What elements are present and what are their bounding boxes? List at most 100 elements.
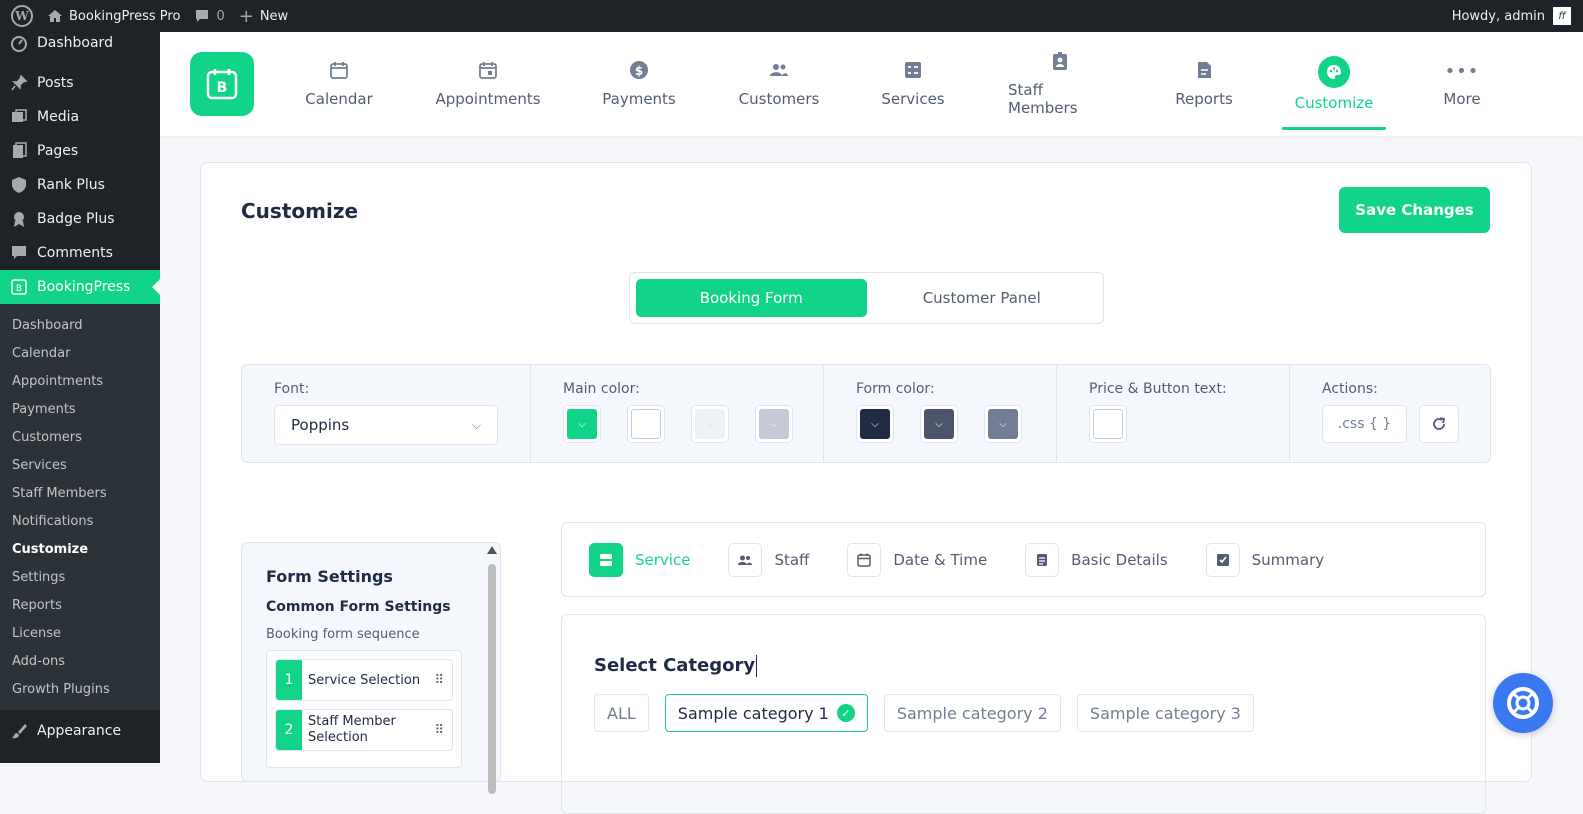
form-settings-panel: Form Settings Common Form Settings Booki… — [241, 542, 501, 782]
step-staff[interactable]: Staff — [728, 542, 810, 577]
sidebar-item-badge-plus[interactable]: Badge Plus — [0, 202, 160, 236]
sidebar-item-bookingpress[interactable]: B BookingPress — [0, 270, 160, 304]
main-color-label: Main color: — [563, 381, 640, 397]
comments-link[interactable]: 0 — [187, 0, 231, 32]
sidebar-item-pages[interactable]: Pages — [0, 134, 160, 168]
submenu-payments[interactable]: Payments — [0, 395, 160, 423]
select-category-title[interactable]: Select Category — [594, 655, 758, 677]
nav-label: Staff Members — [1008, 81, 1078, 117]
chevron-down-icon: ⌵ — [924, 409, 954, 439]
panel-scrollbar[interactable] — [486, 546, 498, 794]
reset-button[interactable] — [1419, 405, 1459, 443]
submenu-dashboard[interactable]: Dashboard — [0, 311, 160, 339]
step-date-time[interactable]: Date & Time — [847, 542, 987, 577]
sidebar-item-comments[interactable]: Comments — [0, 236, 160, 270]
sequence-list: 1 Service Selection ⠿ 2 Staff Member Sel… — [266, 650, 462, 768]
submenu-growth-plugins[interactable]: Growth Plugins — [0, 675, 160, 703]
nav-payments[interactable]: $ Payments — [602, 32, 676, 136]
price-text-section: Price & Button text: — [1057, 365, 1290, 462]
nav-calendar[interactable]: Calendar — [305, 32, 373, 136]
nav-services[interactable]: Services — [881, 32, 945, 136]
main-color-swatch-4[interactable]: ⌵ — [755, 405, 793, 443]
font-section: Font: Poppins ⌵ — [242, 365, 531, 462]
chevron-down-icon: ⌵ — [860, 409, 890, 439]
step-summary[interactable]: Summary — [1205, 542, 1324, 577]
sequence-label-text: Service Selection — [308, 672, 421, 688]
step-basic-details[interactable]: Basic Details — [1025, 542, 1168, 577]
sidebar-item-rank-plus[interactable]: Rank Plus — [0, 168, 160, 202]
scroll-up-arrow-icon[interactable] — [487, 546, 497, 554]
pages-icon — [10, 142, 28, 160]
sequence-item[interactable]: 2 Staff Member Selection ⠿ — [275, 709, 453, 751]
tab-booking-form[interactable]: Booking Form — [636, 279, 867, 317]
chevron-down-icon: ⌵ — [567, 409, 597, 439]
help-button[interactable] — [1493, 673, 1553, 733]
svg-text:$: $ — [635, 64, 643, 78]
main-color-swatch-1[interactable]: ⌵ — [563, 405, 601, 443]
submenu-customize[interactable]: Customize — [0, 535, 160, 563]
sequence-label: Booking form sequence — [266, 627, 420, 642]
submenu-settings[interactable]: Settings — [0, 563, 160, 591]
nav-appointments[interactable]: Appointments — [435, 32, 541, 136]
font-select[interactable]: Poppins ⌵ — [274, 405, 498, 445]
form-color-swatch-2[interactable]: ⌵ — [920, 405, 958, 443]
submenu-customers[interactable]: Customers — [0, 423, 160, 451]
category-chip-all[interactable]: ALL — [594, 694, 649, 732]
category-chip-2[interactable]: Sample category 2 — [883, 694, 1061, 732]
nav-staff-members[interactable]: Staff Members — [1008, 32, 1112, 136]
scrollbar-thumb[interactable] — [488, 564, 496, 794]
select-category-text: Select Category — [594, 655, 756, 676]
drag-handle-icon[interactable]: ⠿ — [434, 723, 444, 738]
drag-handle-icon[interactable]: ⠿ — [434, 673, 444, 688]
chevron-down-icon: ⌵ — [471, 417, 481, 432]
site-name-link[interactable]: BookingPress Pro — [40, 0, 187, 32]
sidebar-item-dashboard[interactable]: Dashboard — [0, 32, 160, 54]
form-color-label: Form color: — [856, 381, 935, 397]
save-changes-button[interactable]: Save Changes — [1339, 187, 1490, 233]
badge-icon — [10, 210, 28, 228]
nav-reports[interactable]: Reports — [1175, 32, 1233, 136]
step-service[interactable]: Service — [589, 542, 690, 577]
bookingpress-logo[interactable]: B — [190, 52, 254, 116]
main-color-swatch-2[interactable] — [627, 405, 665, 443]
brush-icon — [10, 722, 28, 740]
wordpress-logo-link[interactable]: W — [0, 0, 40, 32]
chevron-down-icon: ⌵ — [759, 409, 789, 439]
main-color-swatch-3[interactable]: ⌵ — [691, 405, 729, 443]
step-label: Basic Details — [1071, 550, 1168, 569]
category-chip-3[interactable]: Sample category 3 — [1076, 694, 1254, 732]
submenu-notifications[interactable]: Notifications — [0, 507, 160, 535]
custom-css-button[interactable]: .css { } — [1322, 405, 1407, 443]
page-title: Customize — [241, 199, 359, 223]
my-account[interactable]: Howdy, admin ff — [1452, 7, 1583, 25]
step-label: Staff — [774, 550, 810, 569]
text-caret — [756, 655, 758, 677]
services-icon — [905, 62, 921, 78]
sidebar-item-posts[interactable]: Posts — [0, 66, 160, 100]
nav-customers[interactable]: Customers — [739, 32, 819, 136]
dashboard-icon — [10, 34, 28, 52]
new-content-link[interactable]: + New — [232, 0, 295, 32]
submenu-reports[interactable]: Reports — [0, 591, 160, 619]
submenu-services[interactable]: Services — [0, 451, 160, 479]
submenu-appointments[interactable]: Appointments — [0, 367, 160, 395]
submenu-staff-members[interactable]: Staff Members — [0, 479, 160, 507]
nav-customize[interactable]: Customize — [1282, 32, 1386, 136]
tab-customer-panel[interactable]: Customer Panel — [867, 279, 1098, 317]
service-icon — [589, 542, 623, 577]
form-color-swatch-3[interactable]: ⌵ — [984, 405, 1022, 443]
category-chip-1[interactable]: Sample category 1 ✓ — [664, 694, 868, 732]
font-select-value: Poppins — [291, 416, 350, 434]
submenu-license[interactable]: License — [0, 619, 160, 647]
category-preview: Select Category ALL Sample category 1 ✓ … — [561, 614, 1486, 814]
submenu-add-ons[interactable]: Add-ons — [0, 647, 160, 675]
sidebar-item-media[interactable]: Media — [0, 100, 160, 134]
nav-more[interactable]: ••• More — [1440, 32, 1484, 136]
form-color-swatch-1[interactable]: ⌵ — [856, 405, 894, 443]
dollar-icon: $ — [630, 61, 648, 79]
submenu-calendar[interactable]: Calendar — [0, 339, 160, 367]
sequence-item[interactable]: 1 Service Selection ⠿ — [275, 659, 453, 701]
sidebar-item-appearance[interactable]: Appearance — [0, 714, 160, 748]
price-text-swatch[interactable] — [1089, 405, 1127, 443]
booking-steps-bar: Service Staff Date & Time Basic Details … — [561, 522, 1486, 597]
